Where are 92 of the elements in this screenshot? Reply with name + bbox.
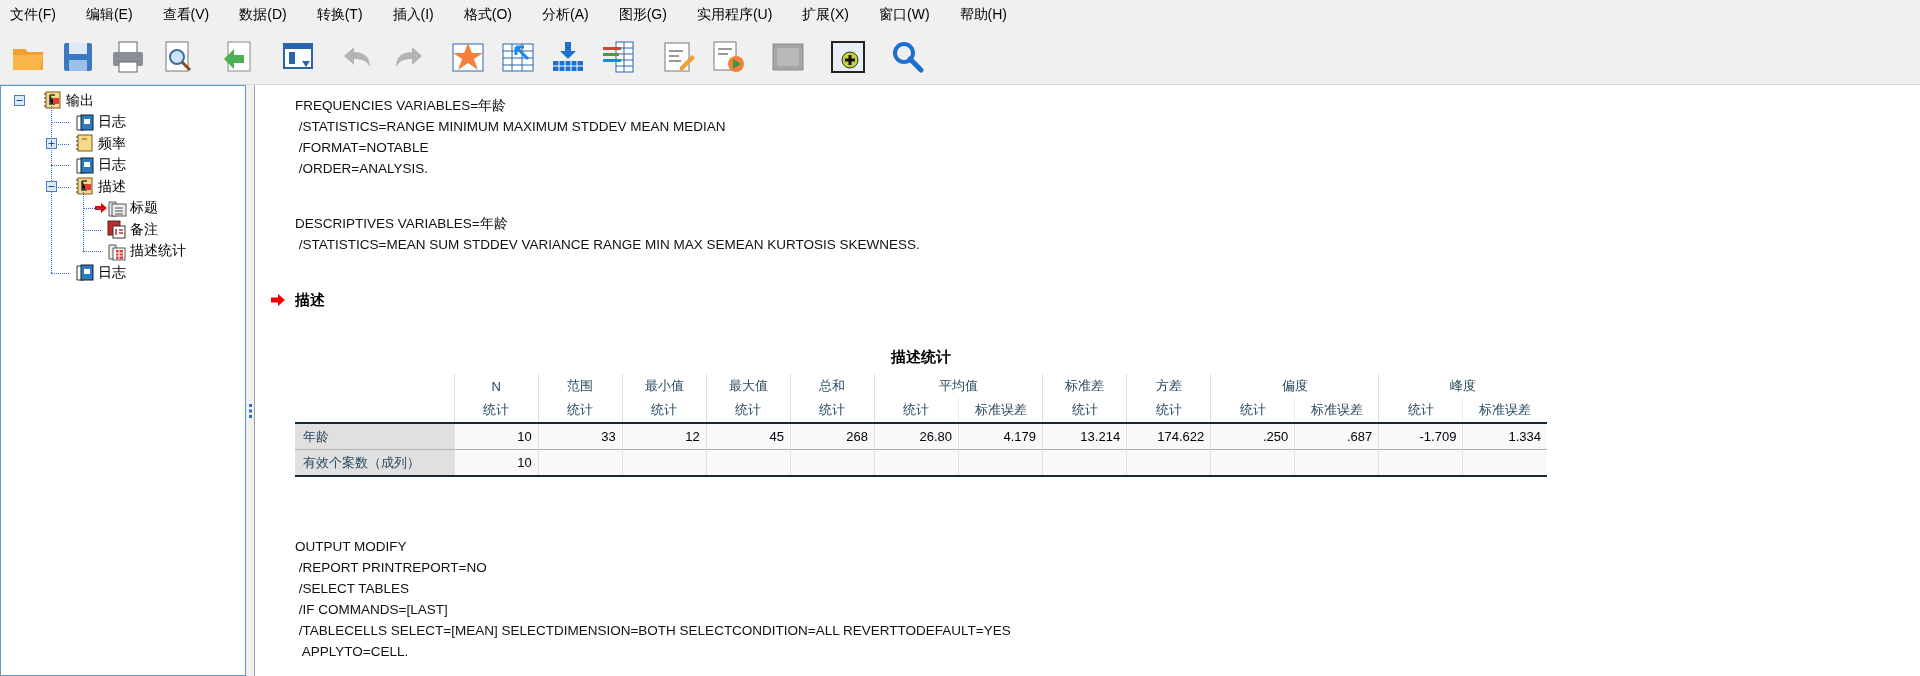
syntax-line: FREQUENCIES VARIABLES=年龄 bbox=[295, 97, 508, 115]
tree-item[interactable]: 备注 bbox=[130, 220, 158, 239]
column-subheader: 统计 bbox=[735, 402, 762, 417]
column-subheader: 统计 bbox=[1155, 402, 1182, 417]
menu-item[interactable]: 格式(O) bbox=[463, 6, 512, 24]
section-heading: 描述 bbox=[295, 290, 325, 310]
table-page-icon bbox=[107, 241, 127, 261]
column-header: 峰度 bbox=[1450, 378, 1477, 393]
tree-item[interactable]: 输出 bbox=[66, 91, 94, 110]
syntax-line: /STATISTICS=RANGE MINIMUM MAXIMUM STDDEV MEAN MEDIAN bbox=[297, 118, 727, 136]
expand-toggle[interactable] bbox=[46, 138, 57, 149]
menu-item[interactable]: 插入(I) bbox=[392, 6, 434, 24]
column-subheader: 标准误差 bbox=[974, 402, 1027, 417]
row-header: 年龄 bbox=[295, 423, 455, 450]
note-page-icon bbox=[107, 220, 127, 240]
table-cell: 26.80 bbox=[874, 423, 959, 450]
column-header: 方差 bbox=[1155, 378, 1182, 393]
column-subheader: 标准误差 bbox=[1310, 402, 1363, 417]
tree-item[interactable]: 描述统计 bbox=[130, 242, 186, 261]
column-subheader: 统计 bbox=[483, 402, 510, 417]
table-cell: 10 bbox=[454, 423, 539, 450]
tree-item[interactable]: 标题 bbox=[130, 199, 158, 218]
column-subheader: 标准误差 bbox=[1479, 402, 1532, 417]
column-subheader: 统计 bbox=[651, 402, 678, 417]
column-header: 最小值 bbox=[644, 378, 684, 393]
notebook-icon bbox=[75, 134, 95, 154]
column-subheader: 统计 bbox=[1071, 402, 1098, 417]
table-cell: 268 bbox=[790, 423, 875, 450]
menu-item[interactable]: 编辑(E) bbox=[85, 6, 133, 24]
syntax-line: DESCRIPTIVES VARIABLES=年龄 bbox=[295, 215, 509, 233]
syntax-line: /FORMAT=NOTABLE bbox=[297, 139, 430, 157]
column-header: 范围 bbox=[567, 378, 594, 393]
book-icon bbox=[75, 155, 95, 175]
table-cell: 174.622 bbox=[1126, 423, 1211, 450]
syntax-line: APPLYTO=CELL. bbox=[300, 643, 410, 661]
menu-item[interactable]: 窗口(W) bbox=[879, 6, 930, 24]
menu-item[interactable]: 图形(G) bbox=[618, 6, 667, 24]
syntax-line: /REPORT PRINTREPORT=NO bbox=[297, 559, 488, 577]
row-header: 有效个案数（成列） bbox=[295, 449, 455, 476]
menu-item[interactable]: 帮助(H) bbox=[959, 6, 1007, 24]
table-cell: 45 bbox=[706, 423, 791, 450]
column-header: 最大值 bbox=[728, 378, 768, 393]
menu-item[interactable]: 数据(D) bbox=[239, 6, 287, 24]
tree-item[interactable]: 描述 bbox=[98, 177, 126, 196]
column-header: 标准差 bbox=[1065, 378, 1105, 393]
table-cell: .250 bbox=[1210, 423, 1295, 450]
column-header: N bbox=[491, 378, 501, 394]
menu-item[interactable]: 查看(V) bbox=[162, 6, 210, 24]
tree-item[interactable]: 日志 bbox=[98, 263, 126, 282]
play-document-icon[interactable] bbox=[710, 39, 746, 75]
column-header: 总和 bbox=[819, 378, 846, 393]
search-icon[interactable] bbox=[890, 39, 926, 75]
table-cell: 4.179 bbox=[958, 423, 1043, 450]
tree-item[interactable]: 日志 bbox=[98, 156, 126, 175]
collapse-toggle[interactable] bbox=[14, 95, 25, 106]
column-subheader: 统计 bbox=[903, 402, 930, 417]
menu-item[interactable]: 分析(A) bbox=[542, 6, 589, 24]
splitter-handle-icon[interactable] bbox=[248, 403, 252, 418]
column-subheader: 统计 bbox=[567, 402, 594, 417]
book-icon bbox=[75, 112, 95, 132]
bars-grid-icon[interactable] bbox=[600, 39, 636, 75]
menu-item[interactable]: 文件(F) bbox=[10, 6, 56, 24]
table-cell: 12 bbox=[622, 423, 707, 450]
collapse-toggle[interactable] bbox=[46, 181, 57, 192]
tree-item[interactable]: 频率 bbox=[98, 134, 126, 153]
column-header: 偏度 bbox=[1281, 378, 1308, 393]
table-cell: 1.334 bbox=[1462, 423, 1547, 450]
column-header: 平均值 bbox=[939, 378, 978, 393]
table-title: 描述统计 bbox=[890, 347, 952, 367]
syntax-line: /ORDER=ANALYSIS. bbox=[297, 160, 429, 178]
table-cell: 33 bbox=[538, 423, 623, 450]
syntax-line: OUTPUT MODIFY bbox=[295, 538, 408, 556]
menu-item[interactable]: 实用程序(U) bbox=[696, 6, 773, 24]
column-subheader: 统计 bbox=[1407, 402, 1434, 417]
syntax-line: /IF COMMANDS=[LAST] bbox=[297, 601, 449, 619]
table-cell: 13.214 bbox=[1042, 423, 1127, 450]
notebook-icon bbox=[75, 177, 95, 197]
column-subheader: 统计 bbox=[819, 402, 846, 417]
syntax-line: /SELECT TABLES bbox=[297, 580, 411, 598]
table-cell: .687 bbox=[1294, 423, 1379, 450]
column-subheader: 统计 bbox=[1239, 402, 1266, 417]
tree-item[interactable]: 日志 bbox=[98, 113, 126, 132]
syntax-line: /TABLECELLS SELECT=[MEAN] SELECTDIMENSION=BOTH SELECTCONDITION=ALL REVERTTODEFAULT=YES bbox=[297, 622, 1012, 640]
table-cell: 10 bbox=[454, 449, 539, 476]
table-cell: -1.709 bbox=[1378, 423, 1463, 450]
notebook-icon bbox=[43, 91, 63, 111]
menu-item[interactable]: 转换(T) bbox=[316, 6, 363, 24]
syntax-line: /STATISTICS=MEAN SUM STDDEV VARIANCE RANGE MIN MAX SEMEAN KURTOSIS SKEWNESS. bbox=[297, 236, 921, 254]
printer-icon[interactable] bbox=[110, 39, 146, 75]
page-icon bbox=[107, 198, 127, 218]
menu-item[interactable]: 扩展(X) bbox=[802, 6, 849, 24]
book-icon bbox=[75, 263, 95, 283]
